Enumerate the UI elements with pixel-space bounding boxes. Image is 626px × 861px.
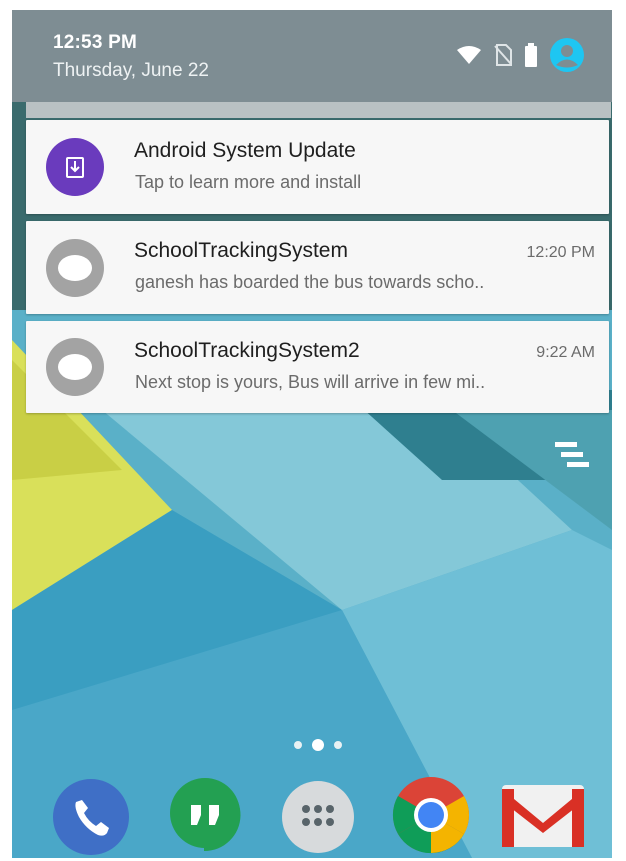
notification-time: 9:22 AM [536,344,595,361]
no-sim-icon [494,44,512,66]
notification-title: SchoolTrackingSystem2 [134,339,360,362]
chrome-icon[interactable] [386,775,476,855]
notification-school-tracking[interactable]: SchoolTrackingSystem 12:20 PM ganesh has… [26,221,609,314]
status-header[interactable]: 12:53 PM Thursday, June 22 [12,10,612,102]
clock-time: 12:53 PM [53,32,137,53]
notification-time: 12:20 PM [526,244,595,261]
launcher-peek [26,102,611,118]
hangouts-icon[interactable] [160,775,250,855]
notification-text: Tap to learn more and install [135,172,362,192]
battery-icon [525,43,537,67]
app-drawer-icon[interactable] [273,775,363,855]
notification-system-update[interactable]: Android System Update Tap to learn more … [26,120,609,214]
notification-text: ganesh has boarded the bus towards scho.… [135,272,485,292]
app-icon [46,338,104,396]
clear-all-icon[interactable] [552,440,592,470]
gmail-icon[interactable] [498,775,588,855]
wifi-icon [457,46,481,64]
app-icon [46,239,104,297]
status-icons [456,38,584,72]
dock [12,770,612,858]
account-icon[interactable] [550,38,584,72]
phone-screen: 12:53 PM Thursday, June 22 Android Syste… [12,10,612,858]
system-update-icon [46,138,104,196]
page-indicator [294,739,342,751]
notification-title: SchoolTrackingSystem [134,239,348,262]
notification-text: Next stop is yours, Bus will arrive in f… [135,372,486,392]
phone-icon[interactable] [46,775,136,855]
notification-school-tracking-2[interactable]: SchoolTrackingSystem2 9:22 AM Next stop … [26,321,609,413]
date-text: Thursday, June 22 [53,60,209,81]
notification-title: Android System Update [134,139,356,162]
